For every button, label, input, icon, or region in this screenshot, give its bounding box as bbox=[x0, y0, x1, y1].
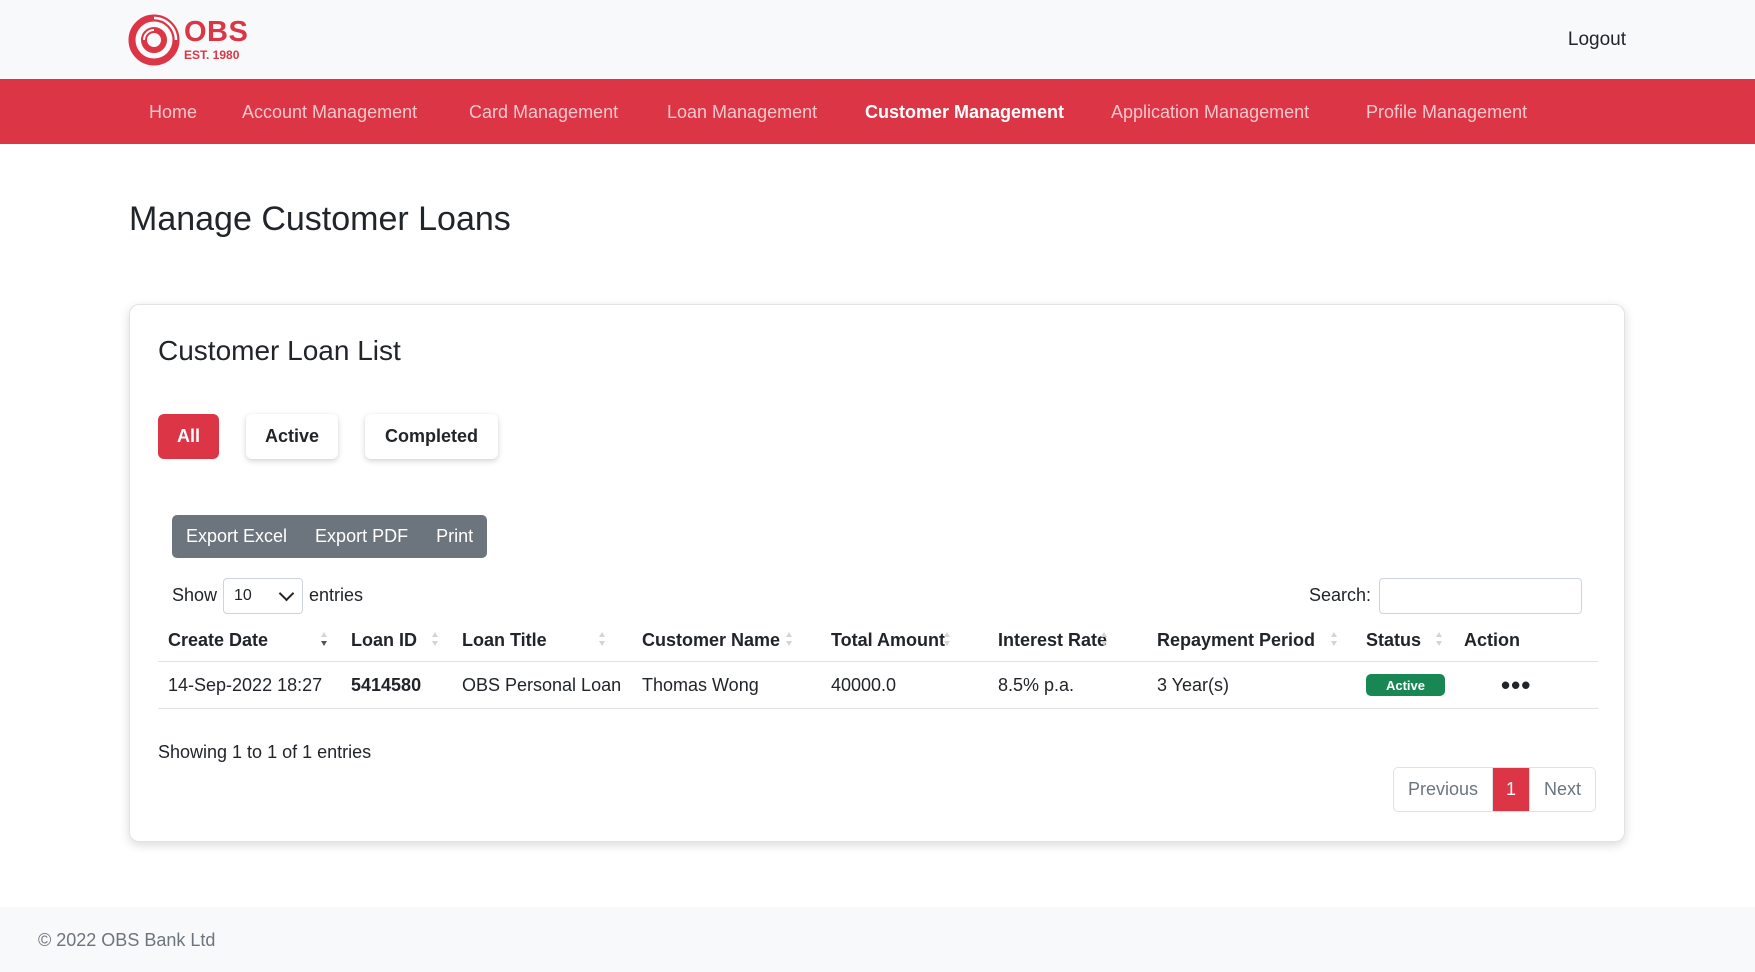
nav-application-management[interactable]: Application Management bbox=[1111, 102, 1309, 123]
filter-completed-button[interactable]: Completed bbox=[365, 414, 498, 459]
more-actions-icon[interactable]: ••• bbox=[1501, 672, 1531, 698]
column-header-loan-title[interactable]: Loan Title bbox=[462, 619, 547, 661]
column-header-interest-rate[interactable]: Interest Rate bbox=[998, 619, 1107, 661]
sort-desc-icon bbox=[321, 632, 327, 648]
cell-loan-id: 5414580 bbox=[351, 674, 422, 695]
pagination-previous[interactable]: Previous bbox=[1394, 768, 1493, 811]
search-input[interactable] bbox=[1379, 577, 1582, 614]
export-pdf-button[interactable]: Export PDF bbox=[301, 515, 422, 558]
table-info: Showing 1 to 1 of 1 entries bbox=[158, 742, 372, 762]
column-header-loan-id[interactable]: Loan ID bbox=[351, 619, 417, 661]
table-header: Create Date Loan ID Loan Title Customer … bbox=[158, 619, 1598, 662]
cell-create-date: 14-Sep-2022 18:27 bbox=[168, 674, 323, 695]
sort-icon bbox=[1331, 632, 1337, 648]
entries-select[interactable]: 10 bbox=[223, 577, 304, 614]
column-header-repayment-period[interactable]: Repayment Period bbox=[1157, 619, 1315, 661]
cell-interest-rate: 8.5% p.a. bbox=[998, 674, 1075, 695]
entries-label: entries bbox=[309, 585, 364, 605]
copyright-text: © 2022 OBS Bank Ltd bbox=[38, 930, 216, 950]
loan-list-card: Customer Loan List All Active Completed … bbox=[129, 304, 1625, 842]
status-badge: Active bbox=[1366, 674, 1445, 696]
sort-icon bbox=[786, 632, 792, 648]
pagination-page-1[interactable]: 1 bbox=[1492, 768, 1529, 811]
column-header-status[interactable]: Status bbox=[1366, 619, 1421, 661]
nav-card-management[interactable]: Card Management bbox=[469, 102, 618, 123]
column-header-customer-name[interactable]: Customer Name bbox=[642, 619, 780, 661]
cell-loan-title: OBS Personal Loan bbox=[462, 674, 622, 695]
nav-customer-management[interactable]: Customer Management bbox=[865, 102, 1064, 123]
brand-est: EST. 1980 bbox=[184, 48, 240, 62]
search-control: Search: bbox=[1309, 577, 1582, 614]
export-excel-button[interactable]: Export Excel bbox=[172, 515, 301, 558]
export-button-group: Export Excel Export PDF Print bbox=[172, 515, 488, 558]
sort-icon bbox=[1436, 632, 1442, 648]
obs-logo-icon bbox=[128, 14, 180, 66]
sort-icon bbox=[944, 632, 950, 648]
sort-icon bbox=[599, 632, 605, 648]
sort-icon bbox=[1101, 632, 1107, 648]
brand-name: OBS bbox=[184, 16, 249, 48]
show-label: Show bbox=[172, 585, 218, 605]
cell-status: Active bbox=[1366, 662, 1445, 708]
table-row: 14-Sep-2022 18:27 5414580 OBS Personal L… bbox=[158, 662, 1598, 709]
page-title: Manage Customer Loans bbox=[129, 200, 511, 238]
nav-loan-management[interactable]: Loan Management bbox=[667, 102, 817, 123]
column-header-total-amount[interactable]: Total Amount bbox=[831, 619, 945, 661]
nav-home[interactable]: Home bbox=[149, 102, 197, 123]
chevron-down-icon bbox=[278, 585, 295, 601]
obs-logo[interactable]: OBS EST. 1980 bbox=[128, 14, 258, 66]
card-title: Customer Loan List bbox=[158, 335, 401, 366]
filter-all-button[interactable]: All bbox=[158, 414, 219, 459]
cell-repayment-period: 3 Year(s) bbox=[1157, 674, 1230, 695]
pagination: Previous 1 Next bbox=[1392, 767, 1596, 812]
nav-account-management[interactable]: Account Management bbox=[242, 102, 417, 123]
logout-link[interactable]: Logout bbox=[1568, 29, 1626, 51]
cell-customer-name: Thomas Wong bbox=[642, 674, 759, 695]
print-button[interactable]: Print bbox=[422, 515, 487, 558]
footer: © 2022 OBS Bank Ltd bbox=[0, 907, 1755, 972]
main-nav: Home Account Management Card Management … bbox=[0, 79, 1755, 144]
filter-active-button[interactable]: Active bbox=[246, 414, 338, 459]
sort-icon bbox=[432, 632, 438, 648]
pagination-next[interactable]: Next bbox=[1528, 768, 1595, 811]
top-header: OBS EST. 1980 Logout bbox=[0, 0, 1755, 79]
cell-total-amount: 40000.0 bbox=[831, 674, 897, 695]
entries-length-control: Show 10 entries bbox=[172, 577, 363, 614]
column-header-action: Action bbox=[1464, 629, 1520, 650]
nav-profile-management[interactable]: Profile Management bbox=[1366, 102, 1527, 123]
entries-select-value: 10 bbox=[234, 586, 252, 604]
column-header-create-date[interactable]: Create Date bbox=[168, 619, 268, 661]
search-label: Search: bbox=[1308, 585, 1371, 605]
cell-action: ••• bbox=[1501, 662, 1531, 708]
